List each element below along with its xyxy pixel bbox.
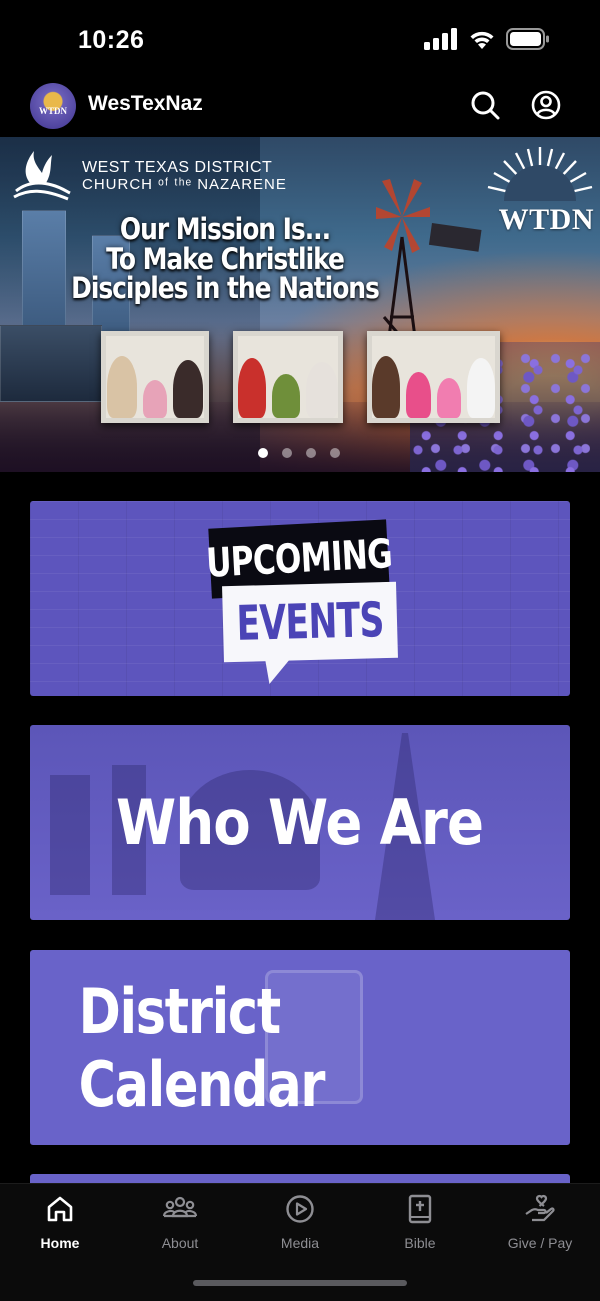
status-time: 10:26 [78,26,145,54]
carousel-dot[interactable] [330,448,340,458]
events-line2: EVENTS [235,592,385,652]
person-figure [173,360,203,418]
account-icon [531,90,561,125]
play-icon [285,1194,315,1229]
mission-line: To Make Christlike [106,241,345,276]
district-line1: WEST TEXAS DISTRICT [82,159,273,177]
district-calendar-label: District Calendar [78,974,326,1121]
events-title-bottom: EVENTS [222,581,398,663]
person-figure [466,358,495,418]
person-figure [306,362,338,418]
district-logo: WEST TEXAS DISTRICT CHURCH ᵒᶠ ᵗʰᵉ NAZARE… [8,143,287,210]
family-photo [101,331,209,423]
family-photo [367,331,500,423]
tab-give-pay[interactable]: Give / Pay [480,1194,600,1264]
person-figure [238,358,266,418]
account-button[interactable] [529,90,563,124]
person-figure [436,378,461,418]
carousel-dot[interactable] [258,448,268,458]
carousel-dot[interactable] [282,448,292,458]
events-line1: UPCOMING [205,531,393,587]
app-title: WesTexNaz [88,92,203,115]
mission-line: Disciples in the Nations [71,271,380,306]
carousel-dot[interactable] [306,448,316,458]
person-figure [272,374,300,418]
search-button[interactable] [468,90,502,124]
flame-dove-icon [8,143,74,210]
upcoming-events-card[interactable]: UPCOMING EVENTS [30,501,570,696]
person-figure [406,372,431,418]
tab-bible[interactable]: Bible [360,1194,480,1264]
app-header: WTDN WesTexNaz [0,80,600,136]
district-calendar-title: District Calendar [30,950,570,1145]
tab-about[interactable]: About [120,1194,240,1264]
tab-media[interactable]: Media [240,1194,360,1264]
bible-icon [405,1194,435,1229]
mission-line: Our Mission Is... [119,212,331,246]
district-line2: CHURCH ᵒᶠ ᵗʰᵉ NAZARENE [82,176,287,194]
banner-building [0,325,102,402]
battery-icon [506,27,550,55]
tab-label: Bible [404,1235,436,1251]
cellular-signal-icon [424,27,458,55]
family-photo [233,331,343,423]
district-name: WEST TEXAS DISTRICT CHURCH ᵒᶠ ᵗʰᵉ NAZARE… [82,159,287,194]
search-icon [470,90,500,125]
brand-wordmark: WTDN [498,203,594,236]
home-indicator[interactable] [193,1280,407,1286]
tab-home[interactable]: Home [0,1194,120,1264]
tab-label: Give / Pay [507,1235,573,1251]
mission-statement: Our Mission Is... To Make Christlike Dis… [40,212,410,306]
app-logo: WTDN [30,83,76,129]
who-we-are-title: Who We Are [30,725,570,920]
district-calendar-card[interactable]: District Calendar [30,950,570,1145]
people-icon [162,1194,198,1229]
tab-label: Media [280,1235,320,1251]
who-we-are-label: Who We Are [116,786,484,859]
tab-label: About [161,1235,199,1251]
wifi-icon [468,28,496,55]
person-figure [143,380,167,418]
give-icon [524,1194,556,1229]
tab-label: Home [40,1235,80,1251]
hero-banner[interactable]: WEST TEXAS DISTRICT CHURCH ᵒᶠ ᵗʰᵉ NAZARE… [0,137,600,472]
who-we-are-card[interactable]: Who We Are [30,725,570,920]
status-icons [424,27,550,55]
status-bar: 10:26 [0,0,600,80]
person-figure [372,356,401,418]
app-logo-text: WTDN [38,106,67,116]
home-icon [45,1194,75,1229]
person-figure [107,356,137,418]
carousel-dots[interactable] [258,448,340,458]
